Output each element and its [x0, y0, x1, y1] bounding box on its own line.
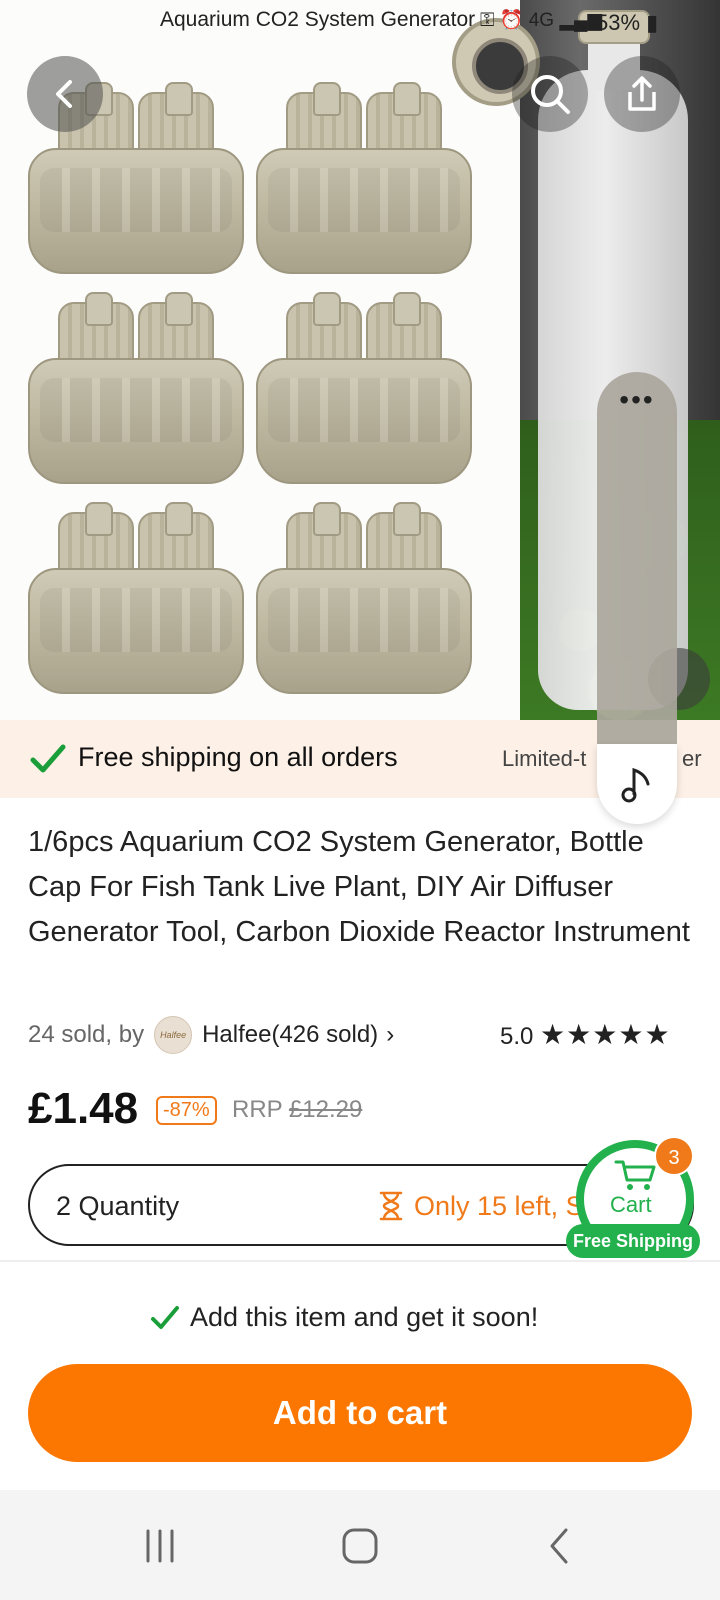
discount-badge: -87%: [156, 1096, 217, 1125]
recent-apps-button[interactable]: [130, 1526, 190, 1566]
check-icon: [30, 744, 66, 773]
battery-icon: ▮: [646, 10, 659, 35]
cart-count-badge: 3: [654, 1136, 694, 1176]
delivery-promise: Add this item and get it soon!: [150, 1302, 538, 1333]
delivery-promise-text: Add this item and get it soon!: [190, 1302, 539, 1332]
network-label: 4G: [528, 10, 555, 31]
rating[interactable]: 5.0 ★★★★★: [500, 1018, 671, 1051]
key-icon: ⚿: [480, 10, 495, 31]
quantity-label: 2 Quantity: [56, 1191, 180, 1221]
bottle-cap: [256, 60, 472, 274]
limited-time-offer-text-end: er: [682, 746, 702, 771]
free-shipping-pill: Free Shipping: [566, 1224, 700, 1258]
chevron-left-icon: [56, 80, 72, 108]
seller-name[interactable]: Halfee(426 sold): [202, 1021, 378, 1049]
recent-apps-icon: [146, 1529, 174, 1563]
rrp-label: RRP: [232, 1096, 283, 1123]
add-to-cart-button[interactable]: Add to cart: [28, 1364, 692, 1462]
alarm-icon: ⏰: [499, 10, 524, 31]
rating-value: 5.0: [500, 1023, 534, 1050]
star-rating-icon: ★★★★★: [540, 1019, 671, 1050]
free-shipping-text: Free shipping on all orders: [78, 742, 398, 772]
system-navigation-bar: [0, 1490, 720, 1600]
search-icon: [531, 75, 570, 114]
battery-indicator: 53% ▮: [596, 10, 658, 36]
stock-warning: Only 15 left, S: [414, 1191, 584, 1221]
check-icon: [151, 1305, 179, 1329]
system-back-button[interactable]: [530, 1526, 590, 1566]
bottle-cap: [256, 270, 472, 484]
search-button[interactable]: [512, 56, 588, 132]
share-button[interactable]: [604, 56, 680, 132]
music-button[interactable]: [597, 744, 677, 824]
bottle-cap: [28, 270, 244, 484]
bottle-cap: [28, 480, 244, 694]
product-title: 1/6pcs Aquarium CO2 System Generator, Bo…: [28, 826, 690, 948]
hourglass-icon: [379, 1191, 403, 1221]
chevron-right-icon: ›: [386, 1021, 395, 1048]
cart-label: Cart: [610, 1192, 652, 1217]
chevron-left-icon: [550, 1528, 568, 1564]
rrp-price: RRP £12.29: [232, 1096, 362, 1124]
seller-row[interactable]: 24 sold, by Halfee Halfee(426 sold) ›: [28, 1016, 394, 1054]
status-bar-icons: ⚿ ⏰ 4G ▂▄▆: [480, 8, 602, 32]
cart-icon: [614, 1160, 656, 1190]
limited-time-offer-text: Limited-t: [502, 746, 587, 771]
more-options-icon[interactable]: •••: [615, 386, 659, 414]
back-button[interactable]: [27, 56, 103, 132]
battery-percent: 53%: [596, 10, 641, 35]
status-bar-title: Aquarium CO2 System Generator: [160, 8, 476, 31]
floating-side-panel[interactable]: •••: [597, 372, 677, 744]
sold-count: 24 sold, by: [28, 1021, 145, 1048]
divider: [0, 1260, 720, 1262]
rrp-value: £12.29: [288, 1096, 363, 1123]
price: £1.48: [28, 1084, 139, 1133]
share-icon: [628, 76, 656, 111]
seller-avatar: Halfee: [154, 1016, 193, 1054]
home-button[interactable]: [330, 1526, 390, 1566]
home-icon: [342, 1528, 378, 1564]
music-note-icon: [621, 767, 650, 803]
bottle-cap: [256, 480, 472, 694]
